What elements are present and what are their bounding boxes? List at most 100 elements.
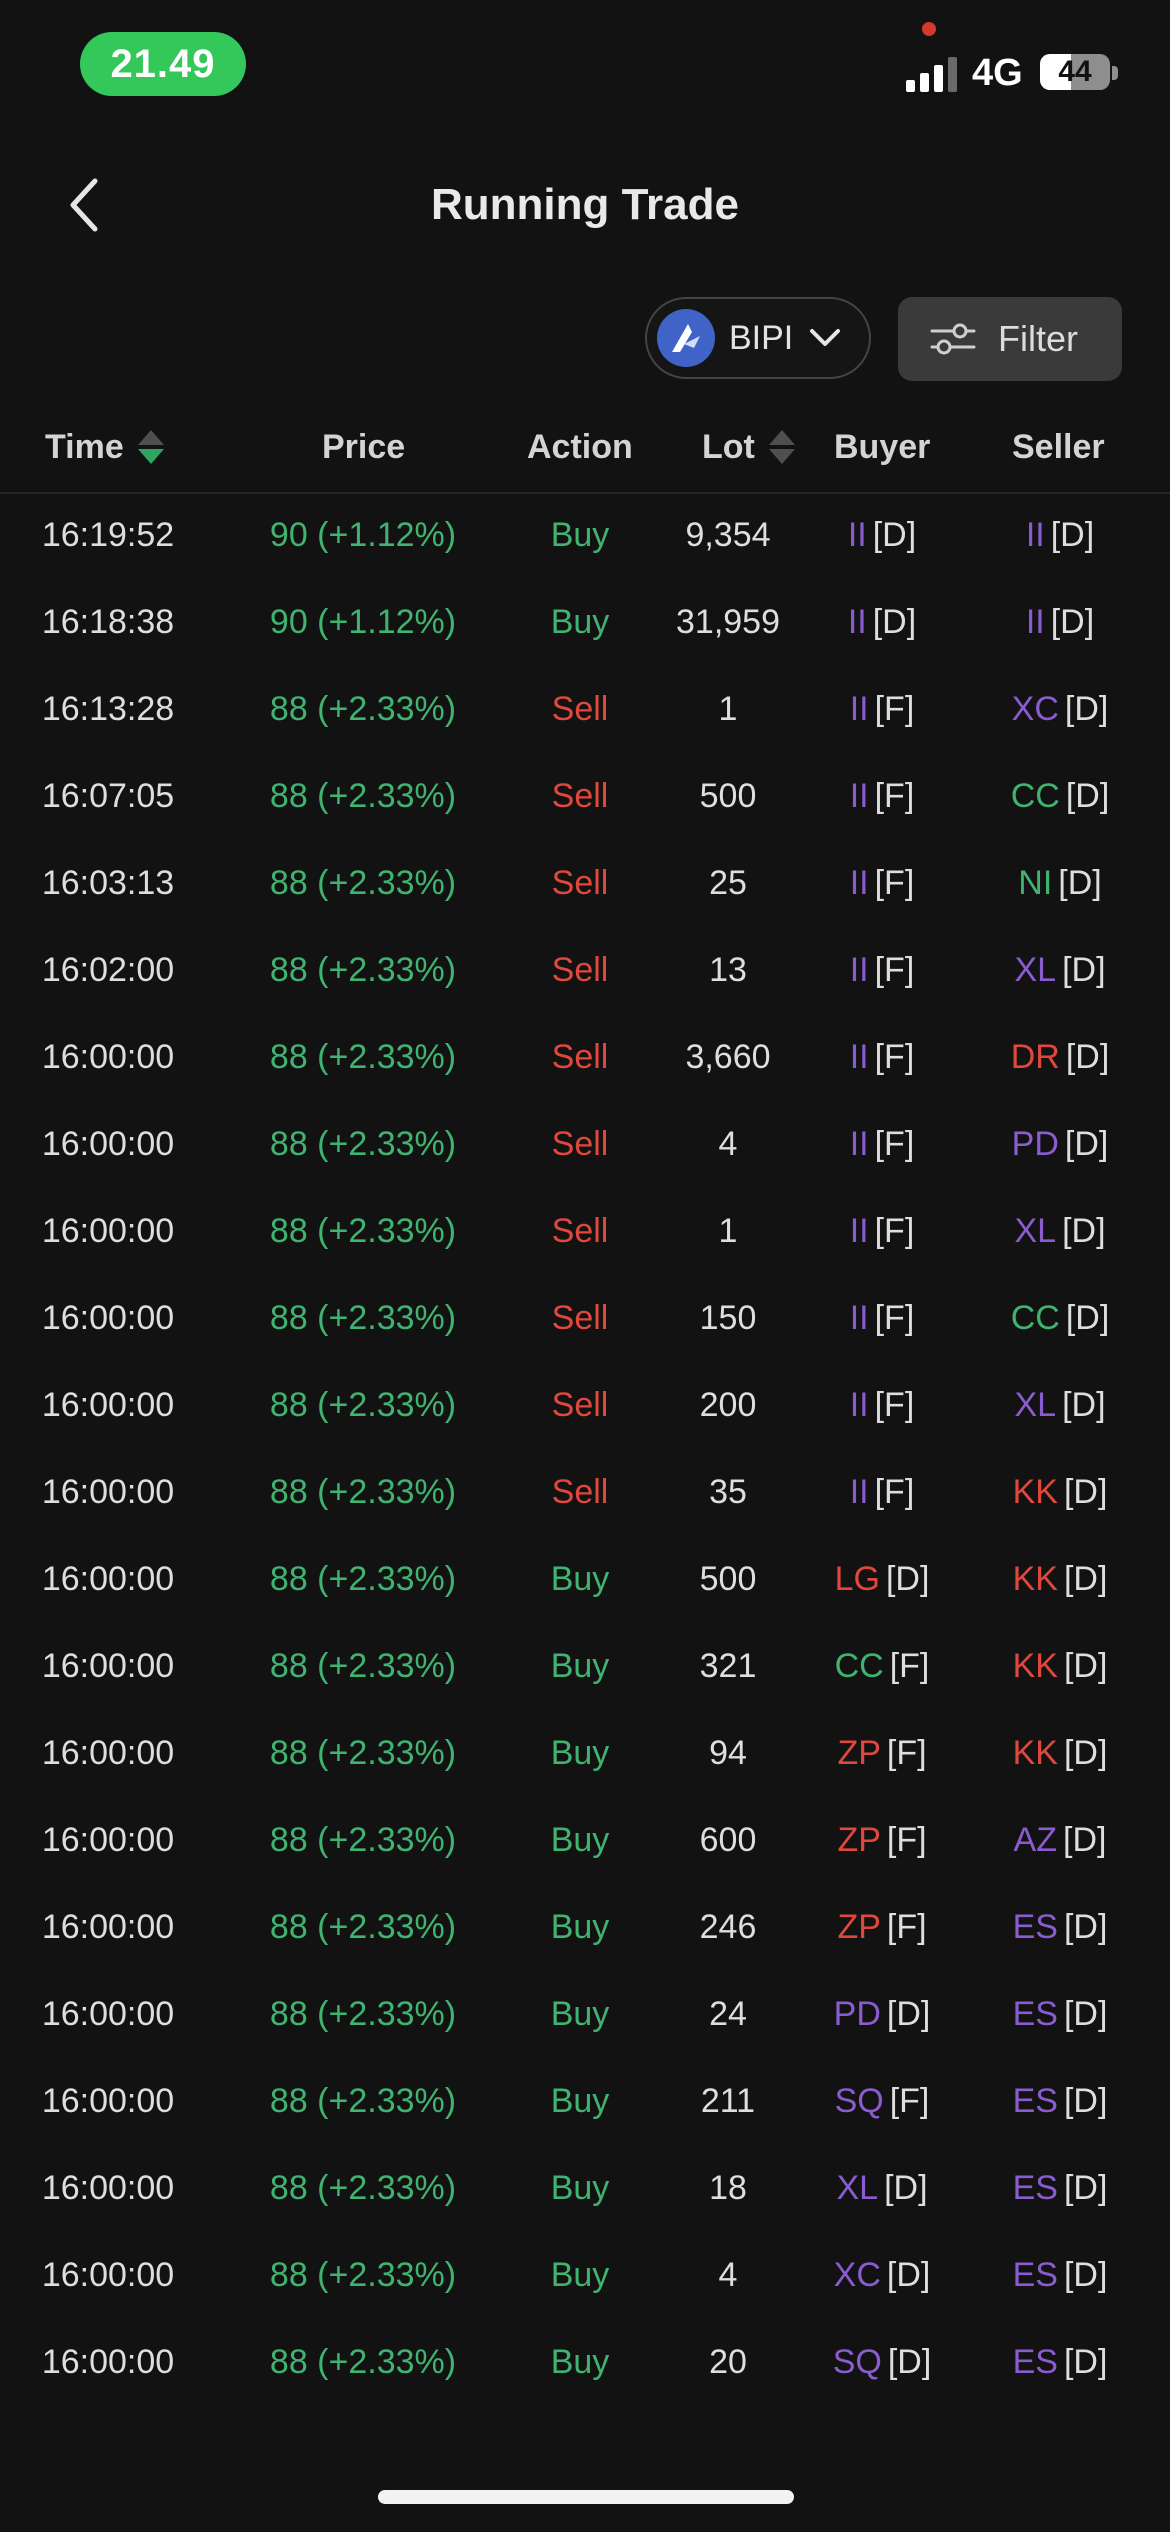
column-header-lot[interactable]: Lot	[702, 402, 795, 492]
trade-lot: 500	[699, 1560, 757, 1598]
table-row[interactable]: 16:07:05 88 (+2.33%) Sell 500 II [F] CC [D]	[0, 753, 1170, 840]
column-header-price[interactable]: Price	[322, 402, 405, 492]
trade-buyer: II [F]	[800, 666, 964, 753]
seller-broker-code: ES	[1012, 2343, 1058, 2381]
trade-price: 88 (+2.33%)	[269, 1473, 457, 1511]
buyer-broker-type: [F]	[886, 1734, 927, 1772]
trade-seller: CC [D]	[966, 1275, 1154, 1362]
seller-broker-type: [D]	[1050, 516, 1095, 554]
seller-broker-type: [D]	[1050, 603, 1095, 641]
trade-lot: 4	[718, 1125, 738, 1163]
stock-selector-dropdown[interactable]: BIPI	[645, 297, 871, 379]
trade-buyer: II [D]	[800, 492, 964, 579]
buyer-broker-code: SQ	[832, 2343, 882, 2381]
seller-broker-code: KK	[1012, 1647, 1058, 1685]
table-row[interactable]: 16:00:00 88 (+2.33%) Sell 4 II [F] PD [D]	[0, 1101, 1170, 1188]
table-row[interactable]: 16:03:13 88 (+2.33%) Sell 25 II [F] NI [D]	[0, 840, 1170, 927]
column-header-seller[interactable]: Seller	[1012, 402, 1105, 492]
trade-seller: XL [D]	[966, 1188, 1154, 1275]
table-row[interactable]: 16:00:00 88 (+2.33%) Buy 24 PD [D] ES [D]	[0, 1971, 1170, 2058]
table-row[interactable]: 16:00:00 88 (+2.33%) Buy 321 CC [F] KK [D]	[0, 1623, 1170, 1710]
seller-broker-code: CC	[1010, 1299, 1060, 1337]
buyer-broker-type: [F]	[874, 1212, 915, 1250]
trade-seller: CC [D]	[966, 753, 1154, 840]
trade-buyer: PD [D]	[800, 1971, 964, 2058]
seller-broker-type: [D]	[1063, 2256, 1108, 2294]
trade-action: Buy	[550, 1908, 610, 1946]
seller-broker-type: [D]	[1062, 951, 1106, 989]
trade-buyer: XL [D]	[800, 2145, 964, 2232]
trade-seller: KK [D]	[966, 1536, 1154, 1623]
seller-broker-type: [D]	[1064, 1125, 1109, 1163]
buyer-broker-code: PD	[833, 1995, 881, 2033]
buyer-broker-type: [F]	[874, 1038, 915, 1076]
trade-price: 88 (+2.33%)	[269, 777, 457, 815]
status-bar: 21.49 4G 44	[0, 0, 1170, 130]
seller-broker-code: ES	[1012, 2169, 1058, 2207]
table-row[interactable]: 16:02:00 88 (+2.33%) Sell 13 II [F] XL [D]	[0, 927, 1170, 1014]
table-row[interactable]: 16:00:00 88 (+2.33%) Sell 1 II [F] XL [D]	[0, 1188, 1170, 1275]
table-row[interactable]: 16:18:38 90 (+1.12%) Buy 31,959 II [D] II [D]	[0, 579, 1170, 666]
table-row[interactable]: 16:00:00 88 (+2.33%) Sell 200 II [F] XL [D]	[0, 1362, 1170, 1449]
trade-action: Sell	[551, 1299, 609, 1337]
table-row[interactable]: 16:00:00 88 (+2.33%) Buy 600 ZP [F] AZ [D]	[0, 1797, 1170, 1884]
trade-lot: 3,660	[685, 1038, 771, 1076]
buyer-broker-code: II	[849, 1125, 869, 1163]
buyer-broker-type: [F]	[886, 1821, 927, 1859]
table-row[interactable]: 16:00:00 88 (+2.33%) Buy 500 LG [D] KK [D]	[0, 1536, 1170, 1623]
column-label-lot: Lot	[702, 427, 755, 466]
table-row[interactable]: 16:13:28 88 (+2.33%) Sell 1 II [F] XC [D]	[0, 666, 1170, 753]
trade-lot: 9,354	[685, 516, 771, 554]
seller-broker-type: [D]	[1063, 2169, 1108, 2207]
table-row[interactable]: 16:19:52 90 (+1.12%) Buy 9,354 II [D] II [D]	[0, 492, 1170, 579]
trade-price: 88 (+2.33%)	[269, 1299, 457, 1337]
trade-buyer: II [D]	[800, 579, 964, 666]
trade-buyer: II [F]	[800, 927, 964, 1014]
column-header-action[interactable]: Action	[527, 402, 633, 492]
trade-time: 16:13:28	[41, 690, 175, 728]
table-row[interactable]: 16:00:00 88 (+2.33%) Buy 94 ZP [F] KK [D]	[0, 1710, 1170, 1797]
trade-time: 16:02:00	[41, 951, 175, 989]
buyer-broker-code: II	[849, 777, 869, 815]
trade-time: 16:00:00	[41, 2169, 175, 2207]
trade-action: Buy	[550, 1734, 610, 1772]
seller-broker-code: XL	[1014, 1386, 1057, 1424]
trade-seller: ES [D]	[966, 2319, 1154, 2406]
trade-time: 16:00:00	[41, 2256, 175, 2294]
seller-broker-type: [D]	[1064, 690, 1109, 728]
chevron-down-icon	[809, 328, 841, 348]
column-header-time[interactable]: Time	[45, 402, 164, 492]
trade-lot: 18	[709, 2169, 747, 2207]
buyer-broker-type: [D]	[886, 1995, 931, 2033]
trade-buyer: SQ [D]	[800, 2319, 964, 2406]
column-header-buyer[interactable]: Buyer	[834, 402, 930, 492]
filter-button[interactable]: Filter	[898, 297, 1122, 381]
trade-seller: KK [D]	[966, 1710, 1154, 1797]
trade-price: 88 (+2.33%)	[269, 1908, 457, 1946]
trade-lot: 150	[699, 1299, 757, 1337]
table-row[interactable]: 16:00:00 88 (+2.33%) Buy 246 ZP [F] ES [D]	[0, 1884, 1170, 1971]
table-row[interactable]: 16:00:00 88 (+2.33%) Buy 4 XC [D] ES [D]	[0, 2232, 1170, 2319]
table-row[interactable]: 16:00:00 88 (+2.33%) Sell 35 II [F] KK [D]	[0, 1449, 1170, 1536]
table-row[interactable]: 16:00:00 88 (+2.33%) Buy 211 SQ [F] ES [D]	[0, 2058, 1170, 2145]
trade-seller: DR [D]	[966, 1014, 1154, 1101]
table-row[interactable]: 16:00:00 88 (+2.33%) Buy 18 XL [D] ES [D]	[0, 2145, 1170, 2232]
trade-list: 16:19:52 90 (+1.12%) Buy 9,354 II [D] II [D] 16:…	[0, 492, 1170, 2406]
trade-time: 16:00:00	[41, 2082, 175, 2120]
table-row[interactable]: 16:00:00 88 (+2.33%) Sell 3,660 II [F] DR [D]	[0, 1014, 1170, 1101]
trade-price: 88 (+2.33%)	[269, 2256, 457, 2294]
trade-action: Sell	[551, 1038, 609, 1076]
column-label-seller: Seller	[1012, 427, 1105, 466]
buyer-broker-code: II	[849, 690, 869, 728]
trade-price: 88 (+2.33%)	[269, 1647, 457, 1685]
table-row[interactable]: 16:00:00 88 (+2.33%) Buy 20 SQ [D] ES [D]	[0, 2319, 1170, 2406]
trade-lot: 200	[699, 1386, 757, 1424]
trade-lot: 24	[709, 1995, 747, 2033]
trade-lot: 20	[709, 2343, 747, 2381]
table-row[interactable]: 16:00:00 88 (+2.33%) Sell 150 II [F] CC [D]	[0, 1275, 1170, 1362]
home-indicator[interactable]	[378, 2490, 794, 2504]
trade-price: 88 (+2.33%)	[269, 1386, 457, 1424]
seller-broker-type: [D]	[1065, 1038, 1110, 1076]
trade-buyer: SQ [F]	[800, 2058, 964, 2145]
seller-broker-code: ES	[1012, 1995, 1058, 2033]
